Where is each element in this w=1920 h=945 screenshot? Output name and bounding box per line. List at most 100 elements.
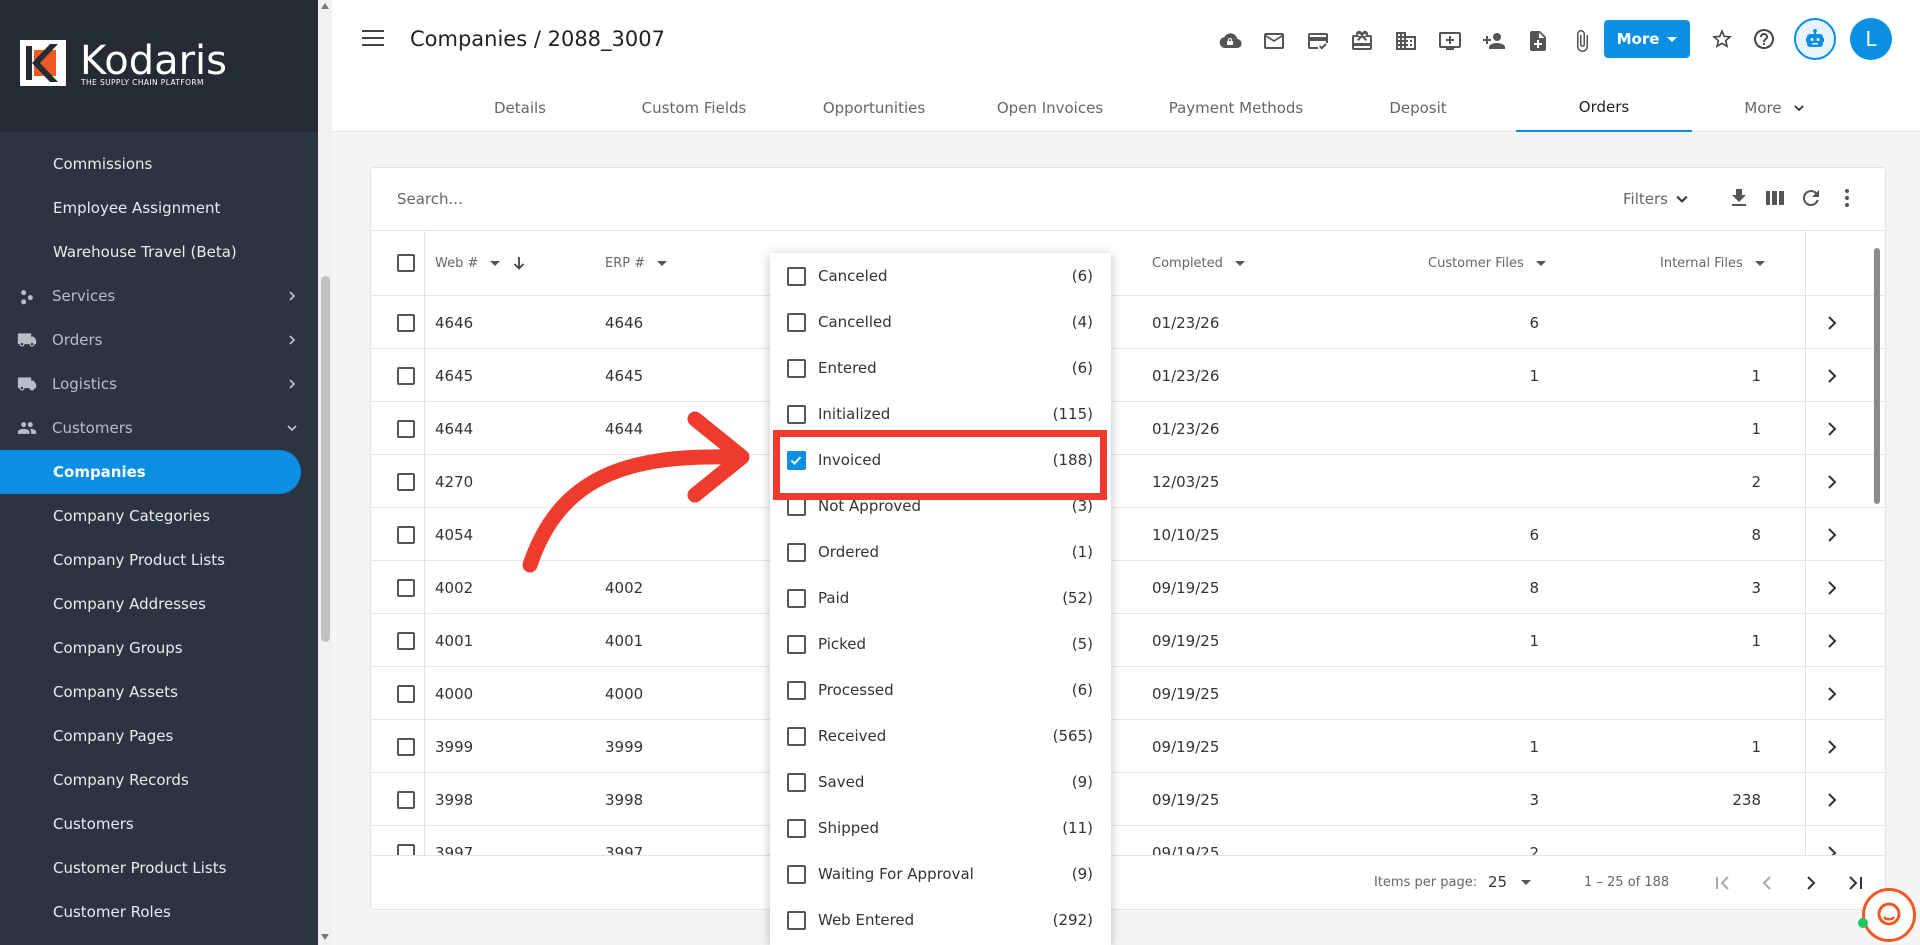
row-open-icon[interactable] [1827, 826, 1837, 855]
status-option-waiting-for-approval[interactable]: Waiting For Approval (9) [770, 851, 1111, 897]
row-open-icon[interactable] [1827, 561, 1837, 614]
column-web[interactable]: Web # [435, 231, 526, 295]
star-icon[interactable] [1710, 27, 1734, 51]
table-row[interactable]: 3999 3999 09/19/25 1 1 [371, 719, 1885, 772]
previous-page-icon[interactable] [1754, 870, 1780, 896]
checkbox[interactable] [787, 910, 806, 930]
user-avatar[interactable]: L [1850, 18, 1892, 60]
credit-card-check-icon[interactable] [1296, 24, 1340, 58]
more-actions-button[interactable]: More [1604, 20, 1690, 58]
table-scrollbar-thumb[interactable] [1874, 248, 1880, 504]
person-add-icon[interactable] [1472, 24, 1516, 58]
status-option-received[interactable]: Received (565) [770, 713, 1111, 759]
table-row[interactable]: 4646 4646 01/23/26 6 [371, 295, 1885, 348]
sidebar-scrollbar-thumb[interactable] [321, 276, 330, 642]
row-open-icon[interactable] [1827, 402, 1837, 455]
table-row[interactable]: 3997 3997 09/19/25 2 [371, 825, 1885, 855]
column-erp[interactable]: ERP # [605, 231, 668, 295]
status-option-paid[interactable]: Paid (52) [770, 575, 1111, 621]
column-completed[interactable]: Completed [1152, 231, 1245, 295]
row-checkbox[interactable] [397, 508, 415, 561]
row-checkbox[interactable] [397, 296, 415, 349]
row-open-icon[interactable] [1827, 720, 1837, 773]
status-option-shipped[interactable]: Shipped (11) [770, 805, 1111, 851]
scroll-up-arrow-icon[interactable] [321, 3, 329, 9]
sidebar-item-company-assets[interactable]: Company Assets [0, 670, 318, 714]
sidebar-item-warehouse-travel-beta[interactable]: Warehouse Travel (Beta) [0, 230, 318, 274]
sidebar-item-employee-assignment[interactable]: Employee Assignment [0, 186, 318, 230]
checkbox[interactable] [787, 404, 806, 424]
row-checkbox[interactable] [397, 455, 415, 508]
last-page-icon[interactable] [1842, 870, 1868, 896]
note-add-icon[interactable] [1516, 24, 1560, 58]
domain-icon[interactable] [1384, 24, 1428, 58]
attachment-icon[interactable] [1560, 24, 1604, 58]
sidebar-item-company-product-lists[interactable]: Company Product Lists [0, 538, 318, 582]
status-option-web-entered[interactable]: Web Entered (292) [770, 897, 1111, 943]
row-open-icon[interactable] [1827, 455, 1837, 508]
tab-more[interactable]: More [1692, 84, 1856, 132]
row-checkbox[interactable] [397, 667, 415, 720]
checkbox[interactable] [787, 726, 806, 746]
tab-details[interactable]: Details [446, 84, 594, 132]
logo[interactable]: Kodaris THE SUPPLY CHAIN PLATFORM [0, 0, 318, 132]
help-icon[interactable] [1752, 27, 1776, 51]
tab-payment-methods[interactable]: Payment Methods [1146, 84, 1326, 132]
sidebar-item-company-pages[interactable]: Company Pages [0, 714, 318, 758]
status-option-ordered[interactable]: Ordered (1) [770, 529, 1111, 575]
checkbox[interactable] [787, 680, 806, 700]
tab-opportunities[interactable]: Opportunities [794, 84, 954, 132]
gift-card-icon[interactable] [1340, 24, 1384, 58]
checkbox[interactable] [787, 358, 806, 378]
table-row[interactable]: 4000 4000 09/19/25 [371, 666, 1885, 719]
status-option-cancelled[interactable]: Cancelled (4) [770, 299, 1111, 345]
checkbox[interactable] [787, 864, 806, 884]
row-checkbox[interactable] [397, 349, 415, 402]
table-row[interactable]: 4001 4001 09/19/25 1 1 [371, 613, 1885, 666]
select-all-checkbox[interactable] [397, 231, 415, 295]
table-row[interactable]: 4645 4645 01/23/26 1 1 [371, 348, 1885, 401]
chat-widget-button[interactable] [1862, 888, 1916, 942]
tab-custom-fields[interactable]: Custom Fields [614, 84, 774, 132]
row-checkbox[interactable] [397, 826, 415, 855]
tab-orders[interactable]: Orders [1516, 84, 1692, 132]
row-open-icon[interactable] [1827, 614, 1837, 667]
checkbox[interactable] [787, 772, 806, 792]
first-page-icon[interactable] [1710, 870, 1736, 896]
desktop-add-icon[interactable] [1428, 24, 1472, 58]
checkbox[interactable] [787, 818, 806, 838]
menu-icon[interactable] [362, 30, 384, 46]
sidebar-item-company-addresses[interactable]: Company Addresses [0, 582, 318, 626]
row-checkbox[interactable] [397, 561, 415, 614]
scroll-down-arrow-icon[interactable] [321, 934, 329, 940]
checkbox[interactable] [787, 542, 806, 562]
sidebar-item-company-categories[interactable]: Company Categories [0, 494, 318, 538]
search-input[interactable]: Search... [397, 190, 463, 208]
cloud-lock-icon[interactable] [1208, 24, 1252, 58]
row-open-icon[interactable] [1827, 508, 1837, 561]
row-checkbox[interactable] [397, 402, 415, 455]
sidebar-item-services[interactable]: Services [0, 274, 318, 318]
status-option-processed[interactable]: Processed (6) [770, 667, 1111, 713]
status-option-entered[interactable]: Entered (6) [770, 345, 1111, 391]
sidebar-item-logistics[interactable]: Logistics [0, 362, 318, 406]
sidebar-item-customer-roles[interactable]: Customer Roles [0, 890, 318, 934]
sidebar-item-customer-product-lists[interactable]: Customer Product Lists [0, 846, 318, 890]
checkbox[interactable] [787, 588, 806, 608]
sidebar-item-commissions[interactable]: Commissions [0, 142, 318, 186]
sidebar-item-customers[interactable]: Customers [0, 802, 318, 846]
checkbox[interactable] [787, 634, 806, 654]
row-open-icon[interactable] [1827, 349, 1837, 402]
row-open-icon[interactable] [1827, 773, 1837, 826]
ai-assistant-button[interactable] [1794, 18, 1836, 60]
sidebar-item-companies[interactable]: Companies [0, 450, 301, 494]
sidebar-item-orders[interactable]: Orders [0, 318, 318, 362]
checkbox[interactable] [787, 312, 806, 332]
sidebar-item-customers[interactable]: Customers [0, 406, 318, 450]
status-option-picked[interactable]: Picked (5) [770, 621, 1111, 667]
table-row[interactable]: 3998 3998 09/19/25 3 238 [371, 772, 1885, 825]
column-internal-files[interactable]: Internal Files [1660, 231, 1765, 295]
column-customer-files[interactable]: Customer Files [1428, 231, 1546, 295]
columns-icon[interactable] [1763, 186, 1787, 210]
tab-open-invoices[interactable]: Open Invoices [970, 84, 1130, 132]
